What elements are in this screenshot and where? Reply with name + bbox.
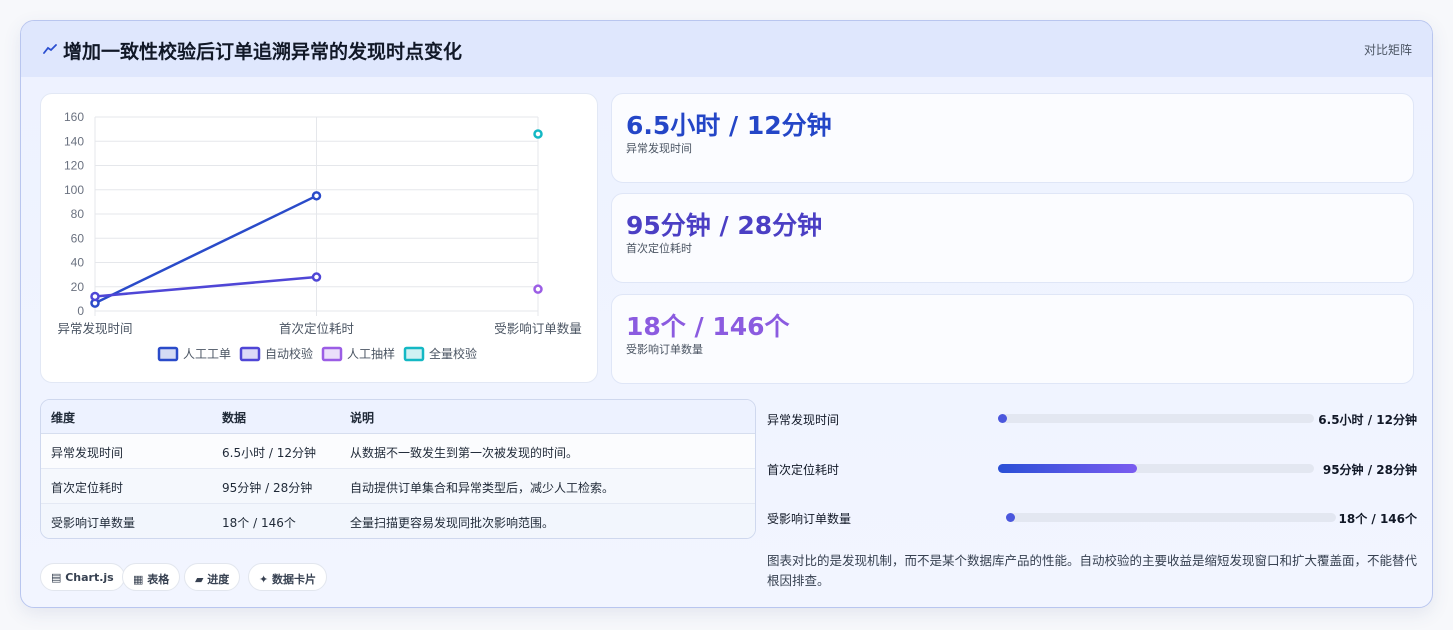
table-row: 首次定位耗时 95分钟 / 28分钟 自动提供订单集合和异常类型后，减少人工检索… (41, 468, 755, 503)
table-cell: 6.5小时 / 12分钟 (222, 446, 317, 460)
table-cell: 首次定位耗时 (51, 481, 124, 495)
data-point (311, 272, 322, 282)
progress-row: 首次定位耗时 95分钟 / 28分钟 (767, 459, 1417, 479)
progress-label: 异常发现时间 (767, 413, 840, 427)
progress-row: 受影响订单数量 18个 / 146个 (767, 508, 1417, 528)
progress-track (1006, 513, 1336, 522)
y-tick-label: 0 (77, 304, 84, 318)
y-tick-label: 60 (71, 231, 85, 245)
legend-swatch (239, 346, 261, 362)
table-row: 异常发现时间 6.5小时 / 12分钟 从数据不一致发生到第一次被发现的时间。 (41, 433, 755, 468)
progress-value: 18个 / 146个 (1338, 512, 1418, 526)
stat-card-discovery: 6.5小时 / 12分钟 异常发现时间 (611, 93, 1414, 183)
tag-chartjs[interactable]: ▤ Chart.js (40, 563, 125, 591)
y-tick-label: 40 (71, 256, 85, 270)
y-tick-label: 160 (64, 110, 84, 124)
stat-label: 异常发现时间 (626, 142, 692, 155)
table-header-cell: 数据 (222, 411, 247, 425)
legend-label: 人工抽样 (347, 346, 395, 361)
progress-row: 异常发现时间 6.5小时 / 12分钟 (767, 409, 1417, 429)
progress-knob (1006, 513, 1015, 522)
progress-track (998, 414, 1314, 423)
stat-value: 95分钟 / 28分钟 (626, 211, 823, 240)
x-tick-label: 受影响订单数量 (494, 321, 582, 336)
line-chart: 0 20 40 60 80 100 120 140 160 异常发现时间 首次定位耗时 受影响订单数量… (40, 93, 598, 383)
table-header-cell: 说明 (350, 411, 375, 425)
table-cell: 自动提供订单集合和异常类型后，减少人工检索。 (350, 481, 615, 495)
legend-label: 人工工单 (183, 347, 231, 361)
data-point (533, 284, 543, 294)
stat-value: 18个 / 146个 (626, 312, 790, 341)
stat-card-orders: 18个 / 146个 受影响订单数量 (611, 294, 1414, 384)
table-header-cell: 维度 (51, 411, 76, 425)
chart-svg: 0 20 40 60 80 100 120 140 160 异常发现时间 首次定位耗时 受影响订单数量… (57, 110, 582, 362)
data-point (311, 191, 322, 201)
progress-track (998, 464, 1314, 473)
comparison-card: 增加一致性校验后订单追溯异常的发现时点变化 对比矩阵 0 20 40 60 80 100 1… (20, 20, 1433, 608)
matrix-label: 对比矩阵 (1363, 43, 1412, 57)
progress-value: 95分钟 / 28分钟 (1322, 463, 1417, 477)
card-title: 增加一致性校验后订单追溯异常的发现时点变化 (63, 41, 463, 63)
chart-line-icon (43, 44, 57, 54)
stat-label: 受影响订单数量 (626, 343, 703, 356)
tag-progress[interactable]: ▰ 进度 (184, 563, 241, 591)
stat-card-locate: 95分钟 / 28分钟 首次定位耗时 (611, 193, 1414, 283)
card-header: 增加一致性校验后订单追溯异常的发现时点变化 对比矩阵 (21, 21, 1432, 77)
table-header-row: 维度 数据 说明 (41, 400, 755, 433)
stat-value: 6.5小时 / 12分钟 (626, 111, 832, 140)
tag-table[interactable]: ▦ 表格 (122, 563, 181, 591)
y-tick-label: 140 (64, 134, 84, 148)
progress-value: 6.5小时 / 12分钟 (1318, 413, 1417, 427)
y-tick-label: 80 (71, 207, 85, 221)
legend-label: 自动校验 (265, 346, 313, 361)
legend-swatch (403, 346, 425, 362)
data-point (90, 291, 100, 302)
y-tick-label: 20 (71, 280, 85, 294)
chart-note: 图表对比的是发现机制，而不是某个数据库产品的性能。自动校验的主要收益是缩短发现窗… (767, 553, 1418, 588)
table-cell: 95分钟 / 28分钟 (222, 481, 313, 495)
progress-label: 受影响订单数量 (767, 512, 852, 526)
table-cell: 从数据不一致发生到第一次被发现的时间。 (350, 446, 579, 460)
data-point (533, 129, 543, 139)
progress-fill (998, 464, 1138, 473)
table-row: 受影响订单数量 18个 / 146个 全量扫描更容易发现同批次影响范围。 (41, 503, 755, 538)
tag-data-card[interactable]: ✦ 数据卡片 (248, 563, 328, 591)
progress-knob (998, 414, 1007, 423)
table-cell: 18个 / 146个 (222, 516, 296, 530)
stat-label: 首次定位耗时 (626, 242, 692, 255)
x-tick-label: 首次定位耗时 (279, 321, 355, 336)
table-cell: 受影响订单数量 (51, 516, 136, 530)
table-cell: 异常发现时间 (51, 446, 124, 460)
x-tick-label: 异常发现时间 (57, 321, 132, 336)
legend-swatch (321, 346, 343, 362)
table-cell: 全量扫描更容易发现同批次影响范围。 (350, 516, 555, 530)
y-tick-label: 120 (64, 159, 84, 173)
legend-swatch (157, 346, 179, 362)
y-tick-label: 100 (64, 183, 84, 197)
legend-label: 全量校验 (429, 346, 477, 361)
progress-label: 首次定位耗时 (767, 463, 840, 477)
data-table: 维度 数据 说明 异常发现时间 6.5小时 / 12分钟 从数据不一致发生到第一… (40, 399, 756, 539)
